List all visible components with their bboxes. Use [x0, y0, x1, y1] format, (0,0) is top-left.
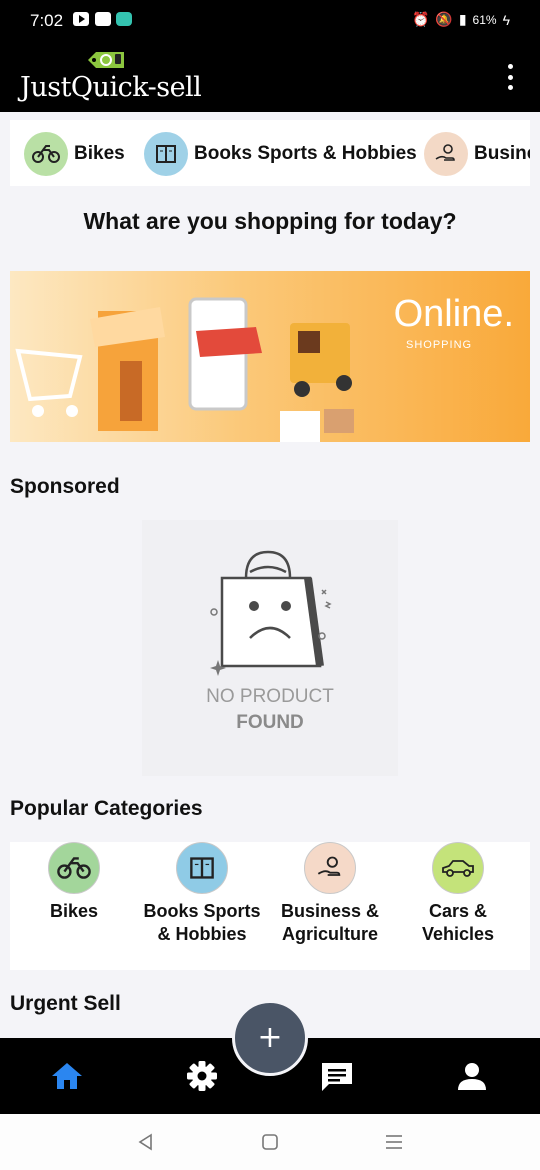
category-chip-label: Bikes [74, 143, 125, 164]
category-chip-label: Busine [474, 143, 530, 164]
banner-subtitle: SHOPPING [406, 339, 473, 351]
nav-settings[interactable] [184, 1058, 220, 1094]
logo-tag-icon [88, 52, 124, 68]
charging-icon: ϟ [502, 11, 510, 28]
app-header: JustQuick-sell [0, 40, 540, 112]
popular-item-bikes[interactable]: Bikes [10, 842, 138, 970]
sponsored-empty-card: NO PRODUCT FOUND [142, 520, 398, 776]
youtube-icon [73, 12, 89, 26]
status-time: 7:02 [30, 11, 64, 30]
book-icon [144, 132, 188, 176]
car-icon [432, 842, 484, 894]
home-icon [52, 1063, 82, 1089]
book-icon [176, 842, 228, 894]
money-hand-icon [424, 132, 468, 176]
messenger-icon [116, 12, 132, 26]
empty-text-line2: FOUND [236, 712, 304, 733]
system-navigation-bar [0, 1114, 540, 1170]
popular-item-label: Business & Agriculture [280, 901, 380, 944]
popular-categories-title: Popular Categories [10, 797, 203, 820]
popular-item-label: Bikes [49, 901, 99, 921]
popular-categories-card: Bikes Books Sports & Hobbies Business & … [10, 842, 530, 970]
urgent-sell-title: Urgent Sell [10, 992, 121, 1015]
signal-icon: ▮ [458, 11, 467, 27]
popular-item-books[interactable]: Books Sports & Hobbies [138, 842, 266, 970]
promo-banner[interactable]: Online. SHOPPING [10, 271, 530, 442]
motorbike-icon [48, 842, 100, 894]
banner-illustration [15, 297, 354, 442]
money-hand-icon [304, 842, 356, 894]
alarm-icon: ⏰ [411, 11, 430, 27]
mute-icon: 🔕 [435, 11, 453, 27]
category-strip[interactable]: Bikes Books Sports & Hobbies Busine [10, 120, 530, 186]
gallery-icon [95, 12, 111, 26]
popular-item-business[interactable]: Business & Agriculture [266, 842, 394, 970]
category-chip-bikes[interactable]: Bikes [24, 132, 125, 176]
battery-text: 61% [472, 12, 497, 27]
sad-bag-icon [210, 550, 332, 676]
plus-icon: + [257, 1020, 283, 1055]
chat-icon [322, 1063, 352, 1091]
nav-profile[interactable] [454, 1058, 490, 1094]
motorbike-icon [24, 132, 68, 176]
home-button-icon[interactable] [260, 1132, 280, 1152]
banner-title: Online. [393, 293, 514, 335]
nav-chat[interactable] [319, 1058, 355, 1094]
status-bar: 7:02 ⏰ 🔕 ▮ 61% ϟ [0, 0, 540, 40]
popular-item-label: Cars & Vehicles [421, 901, 495, 944]
back-icon[interactable] [136, 1132, 156, 1152]
app-logo[interactable]: JustQuick-sell [20, 72, 202, 103]
nav-home[interactable] [49, 1058, 85, 1094]
sponsored-title: Sponsored [10, 475, 120, 498]
popular-item-label: Books Sports & Hobbies [143, 901, 261, 944]
gear-icon [187, 1061, 217, 1091]
more-vertical-icon[interactable] [502, 64, 518, 90]
add-listing-button[interactable]: + [232, 1000, 308, 1076]
popular-item-cars[interactable]: Cars & Vehicles [394, 842, 522, 970]
page-headline: What are you shopping for today? [83, 208, 457, 234]
user-icon [458, 1063, 486, 1090]
empty-text-line1: NO PRODUCT [206, 686, 334, 707]
recents-icon[interactable] [384, 1132, 404, 1152]
category-chip-business[interactable]: Busine [424, 132, 530, 176]
status-right: ⏰ 🔕 ▮ 61% ϟ [412, 11, 510, 28]
category-chip-books[interactable]: Books Sports & Hobbies [144, 132, 417, 176]
category-chip-label: Books Sports & Hobbies [194, 143, 417, 164]
